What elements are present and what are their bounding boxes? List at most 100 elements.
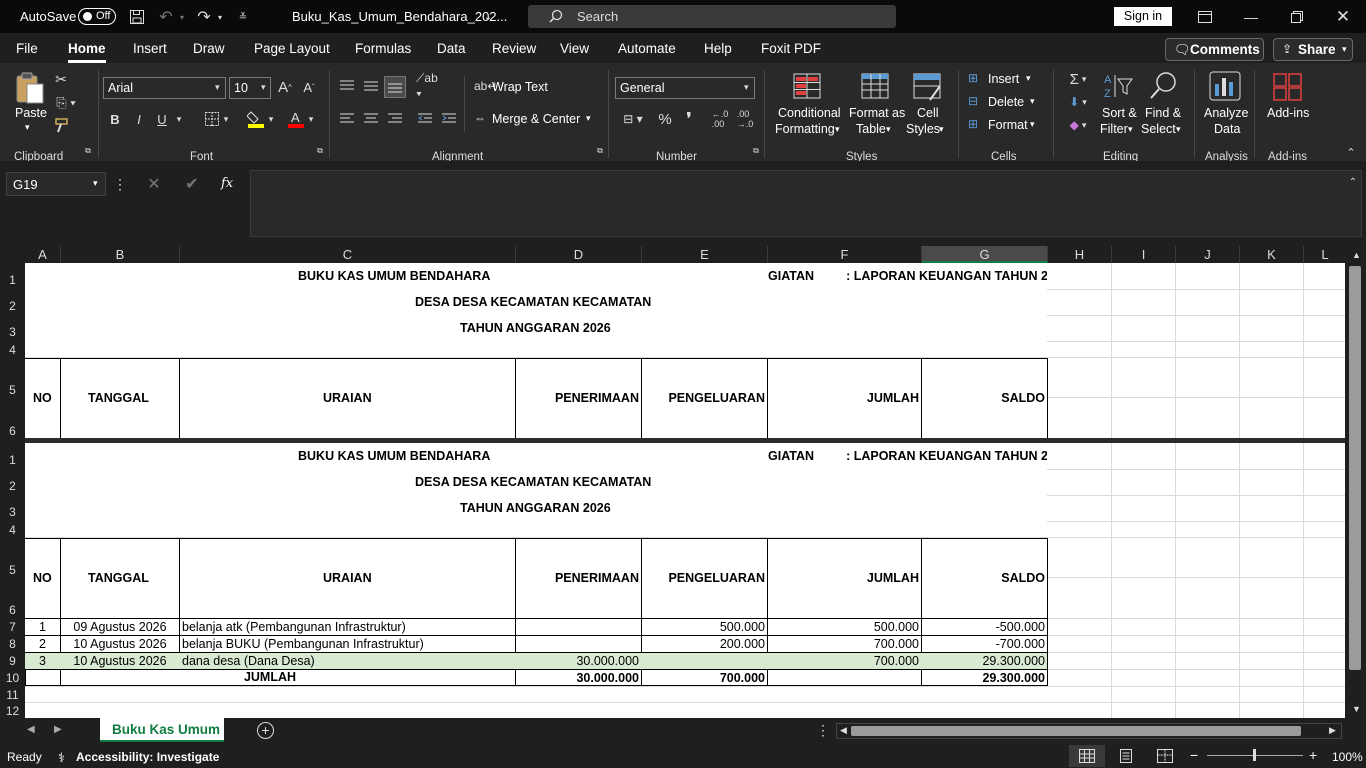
cell-styles-label[interactable]: Cell	[917, 106, 939, 120]
analyze-data-label-2[interactable]: Data	[1214, 122, 1240, 136]
column-header-a[interactable]: A	[25, 246, 61, 263]
font-color-icon[interactable]: A ▾	[284, 108, 316, 130]
align-top-icon[interactable]	[338, 77, 356, 95]
merge-center-button[interactable]: ⇔ Merge & Center ▾	[474, 110, 598, 130]
cell-saldo[interactable]: -700.000	[922, 636, 1045, 652]
more-options-icon[interactable]: ⋮	[816, 722, 830, 739]
insert-cells-button[interactable]: ⊞ Insert ▾	[968, 70, 1038, 88]
restore-icon[interactable]	[1288, 8, 1306, 26]
total-label[interactable]: JUMLAH	[25, 669, 515, 685]
paste-icon[interactable]	[13, 71, 47, 105]
row-header[interactable]: 3	[0, 505, 25, 519]
row-header[interactable]: 3	[0, 325, 25, 339]
tab-foxit-pdf[interactable]: Foxit PDF	[761, 41, 821, 56]
tab-help[interactable]: Help	[704, 41, 732, 56]
underline-icon[interactable]: U	[155, 109, 169, 129]
column-header-g[interactable]: G	[922, 246, 1048, 263]
dialog-launcher-icon[interactable]: ⧉	[751, 146, 761, 156]
align-middle-icon[interactable]	[362, 77, 380, 95]
spreadsheet-grid[interactable]: BUKU KAS UMUM BENDAHARA GIATAN: LAPORAN …	[25, 263, 1345, 718]
row-header[interactable]: 2	[0, 299, 25, 313]
column-header-k[interactable]: K	[1240, 246, 1304, 263]
horizontal-scroll-thumb[interactable]	[851, 726, 1301, 736]
scroll-down-icon[interactable]: ▼	[1352, 704, 1361, 714]
tab-insert[interactable]: Insert	[133, 41, 167, 56]
autosum-icon[interactable]: Σ ▾	[1062, 70, 1094, 88]
cell-uraian[interactable]: dana desa (Dana Desa)	[182, 653, 512, 669]
scroll-up-icon[interactable]: ▲	[1352, 250, 1361, 260]
chevron-down-icon[interactable]: ▾	[174, 109, 184, 129]
column-header-e[interactable]: E	[642, 246, 768, 263]
align-right-icon[interactable]	[386, 110, 404, 128]
undo-dropdown-icon[interactable]: ▾	[177, 8, 187, 26]
row-header[interactable]: 4	[0, 343, 25, 357]
accessibility-status[interactable]: Accessibility: Investigate	[76, 750, 219, 764]
add-sheet-icon[interactable]: +	[257, 722, 274, 739]
sign-in-button[interactable]: Sign in	[1114, 7, 1172, 26]
cell-jumlah[interactable]: 700.000	[768, 653, 919, 669]
row-header[interactable]: 10	[0, 671, 25, 685]
find-select-icon[interactable]	[1148, 71, 1178, 101]
chevron-down-icon[interactable]: ⌄	[482, 8, 494, 26]
comma-style-icon[interactable]: ❜	[681, 110, 697, 128]
analyze-data-icon[interactable]	[1208, 70, 1242, 104]
customize-toolbar-icon[interactable]: ≚	[236, 8, 250, 26]
italic-icon[interactable]: I	[132, 109, 146, 129]
select-all-corner[interactable]	[0, 246, 25, 263]
cell-styles-icon[interactable]	[912, 72, 944, 102]
sheet-tab-buku-kas-umum[interactable]: Buku Kas Umum	[100, 718, 224, 742]
redo-icon[interactable]: ↷	[196, 8, 212, 26]
tab-automate[interactable]: Automate	[618, 41, 676, 56]
conditional-formatting-icon[interactable]	[792, 72, 824, 102]
fill-icon[interactable]: ⬇ ▾	[1062, 93, 1094, 111]
tab-scroll-right-icon[interactable]: ▶	[54, 724, 62, 735]
tab-file[interactable]: File	[16, 41, 38, 56]
row-header[interactable]: 7	[0, 620, 25, 634]
row-header[interactable]: 8	[0, 637, 25, 651]
format-as-table-label[interactable]: Format as	[849, 106, 905, 120]
page-break-view-icon[interactable]	[1157, 749, 1173, 763]
column-header-f[interactable]: F	[768, 246, 922, 263]
cell-pengeluaran[interactable]: 500.000	[642, 619, 765, 635]
format-as-table-icon[interactable]	[860, 72, 892, 102]
collapse-formula-bar-icon[interactable]: ⌃	[1346, 176, 1360, 188]
cell-pengeluaran[interactable]: 200.000	[642, 636, 765, 652]
page-layout-view-icon[interactable]	[1118, 749, 1134, 763]
horizontal-scrollbar[interactable]: ◀ ▶	[836, 723, 1342, 739]
chevron-down-icon[interactable]: ▾	[886, 124, 891, 135]
sort-filter-label-2[interactable]: Filter	[1100, 122, 1128, 136]
zoom-level[interactable]: 100%	[1332, 750, 1363, 764]
cell-no[interactable]: 3	[25, 653, 60, 669]
cell-jumlah[interactable]: 500.000	[768, 619, 919, 635]
name-box[interactable]: G19 ▾	[6, 172, 106, 196]
document-filename[interactable]: Buku_Kas_Umum_Bendahara_202...	[292, 9, 507, 24]
font-name-select[interactable]: Arial	[103, 77, 226, 99]
row-header[interactable]: 5	[0, 563, 25, 577]
clear-icon[interactable]: ◆ ▾	[1062, 116, 1094, 134]
share-button[interactable]: ⇪ Share ▾	[1273, 38, 1353, 61]
conditional-formatting-label[interactable]: Conditional	[778, 106, 841, 120]
collapse-ribbon-icon[interactable]: ⌃	[1344, 146, 1358, 159]
tab-data[interactable]: Data	[437, 41, 466, 56]
find-select-label[interactable]: Find &	[1145, 106, 1181, 120]
vertical-scrollbar[interactable]: ▲ ▼	[1347, 246, 1366, 718]
insert-function-icon[interactable]: fx	[221, 176, 233, 191]
borders-icon[interactable]: ▾	[200, 109, 232, 129]
ribbon-display-icon[interactable]	[1196, 8, 1214, 26]
number-format-select[interactable]: General	[615, 77, 755, 99]
zoom-slider-thumb[interactable]	[1253, 749, 1256, 761]
row-header[interactable]: 2	[0, 479, 25, 493]
total-pengeluaran[interactable]: 700.000	[642, 670, 765, 686]
dialog-launcher-icon[interactable]: ⧉	[83, 146, 93, 156]
sort-filter-icon[interactable]: AZ	[1102, 71, 1136, 101]
column-header-l[interactable]: L	[1304, 246, 1346, 263]
increase-font-icon[interactable]: A ^	[276, 77, 294, 97]
tab-view[interactable]: View	[560, 41, 589, 56]
total-penerimaan[interactable]: 30.000.000	[516, 670, 639, 686]
dialog-launcher-icon[interactable]: ⧉	[315, 146, 325, 156]
align-bottom-icon[interactable]	[384, 76, 406, 98]
add-ins-icon[interactable]	[1272, 72, 1304, 102]
format-painter-icon[interactable]	[53, 117, 69, 135]
accessibility-icon[interactable]: ⚕	[58, 750, 65, 766]
delete-cells-button[interactable]: ⊟ Delete ▾	[968, 93, 1040, 111]
